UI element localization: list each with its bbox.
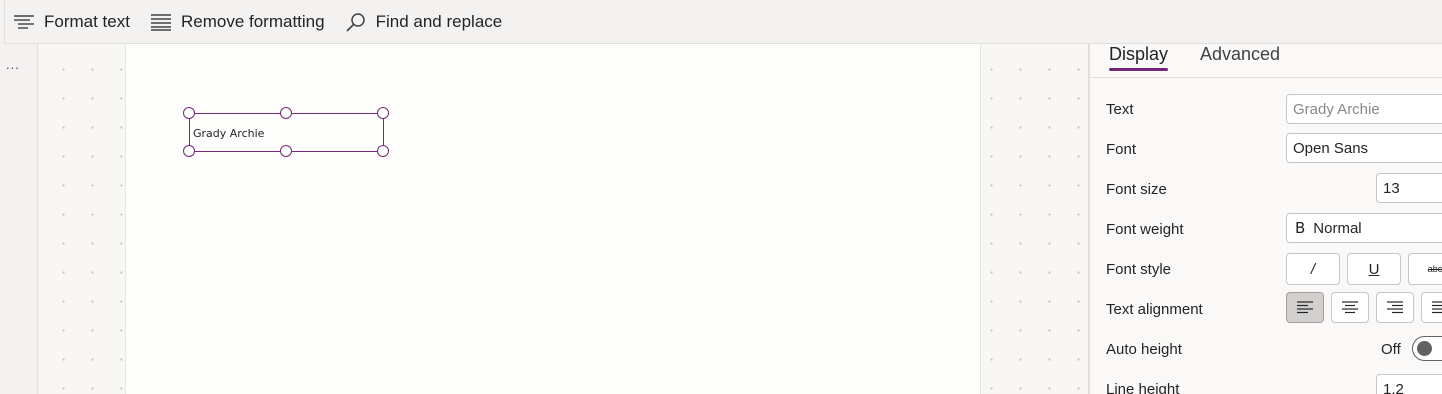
resize-handle-bottom-left[interactable] [183, 145, 195, 157]
active-tab-indicator [1109, 68, 1168, 71]
auto-height-label: Auto height [1106, 341, 1182, 358]
search-icon [346, 12, 365, 32]
font-weight-value: Normal [1313, 219, 1362, 237]
tab-advanced[interactable]: Advanced [1200, 44, 1280, 74]
text-alignment-label: Text alignment [1106, 301, 1203, 318]
font-size-label: Font size [1106, 181, 1167, 198]
align-right-icon [1387, 301, 1403, 314]
text-property-label: Text [1106, 101, 1134, 118]
font-weight-dropdown[interactable]: B Normal ▼ [1286, 213, 1442, 243]
command-toolbar: Format text Remove formatting Find and r… [4, 0, 1442, 44]
format-text-label: Format text [44, 11, 130, 31]
resize-handle-top[interactable] [280, 107, 292, 119]
underline-icon: U [1368, 260, 1380, 278]
find-replace-label: Find and replace [375, 11, 503, 31]
resize-handle-bottom-right[interactable] [377, 145, 389, 157]
label-content: Grady Archie [193, 127, 265, 140]
strikethrough-button[interactable]: abc [1408, 253, 1442, 285]
resize-handle-bottom[interactable] [280, 145, 292, 157]
properties-panel: Display Advanced Text Grady Archie Font … [1088, 44, 1442, 394]
remove-formatting-icon [150, 13, 171, 31]
italic-button[interactable]: / [1286, 253, 1340, 285]
properties-tabs: Display Advanced [1090, 44, 1442, 78]
align-left-icon [1297, 301, 1313, 314]
line-height-value: 1.2 [1383, 380, 1404, 394]
align-justify-icon [1432, 301, 1442, 314]
font-style-label: Font style [1106, 261, 1172, 278]
resize-handle-top-left[interactable] [183, 107, 195, 119]
font-dropdown[interactable]: Open Sans ▼ [1286, 133, 1442, 163]
line-height-input[interactable]: 1.2 [1376, 374, 1442, 394]
app-screen[interactable]: Grady Archie [125, 44, 981, 394]
align-center-icon [1342, 301, 1358, 314]
text-property-input[interactable]: Grady Archie [1286, 94, 1442, 124]
underline-button[interactable]: U [1347, 253, 1401, 285]
italic-icon: / [1310, 260, 1316, 278]
align-left-button[interactable] [1286, 292, 1324, 323]
align-justify-button[interactable] [1421, 292, 1442, 323]
auto-height-state: Off [1381, 341, 1401, 358]
format-text-button[interactable]: Format text [5, 0, 140, 44]
text-property-value: Grady Archie [1293, 100, 1380, 118]
bold-icon: B [1295, 219, 1306, 237]
remove-formatting-button[interactable]: Remove formatting [140, 0, 335, 44]
more-options-icon[interactable]: ... [6, 58, 20, 71]
font-weight-label: Font weight [1106, 221, 1184, 238]
align-center-button[interactable] [1331, 292, 1369, 323]
find-replace-button[interactable]: Find and replace [335, 0, 513, 44]
font-dropdown-value: Open Sans [1293, 139, 1369, 157]
toggle-knob [1417, 341, 1432, 356]
font-property-label: Font [1106, 141, 1137, 158]
strikethrough-icon: abc [1427, 264, 1442, 274]
font-size-input[interactable]: 13 [1376, 173, 1442, 203]
line-height-label: Line height [1106, 381, 1180, 394]
remove-formatting-label: Remove formatting [180, 11, 325, 31]
align-right-button[interactable] [1376, 292, 1414, 323]
resize-handle-top-right[interactable] [377, 107, 389, 119]
format-text-icon [14, 14, 34, 29]
design-canvas[interactable]: Grady Archie [39, 44, 1088, 394]
auto-height-toggle[interactable] [1412, 336, 1442, 361]
font-size-value: 13 [1383, 179, 1400, 197]
tree-view-gutter: ... [0, 44, 38, 394]
